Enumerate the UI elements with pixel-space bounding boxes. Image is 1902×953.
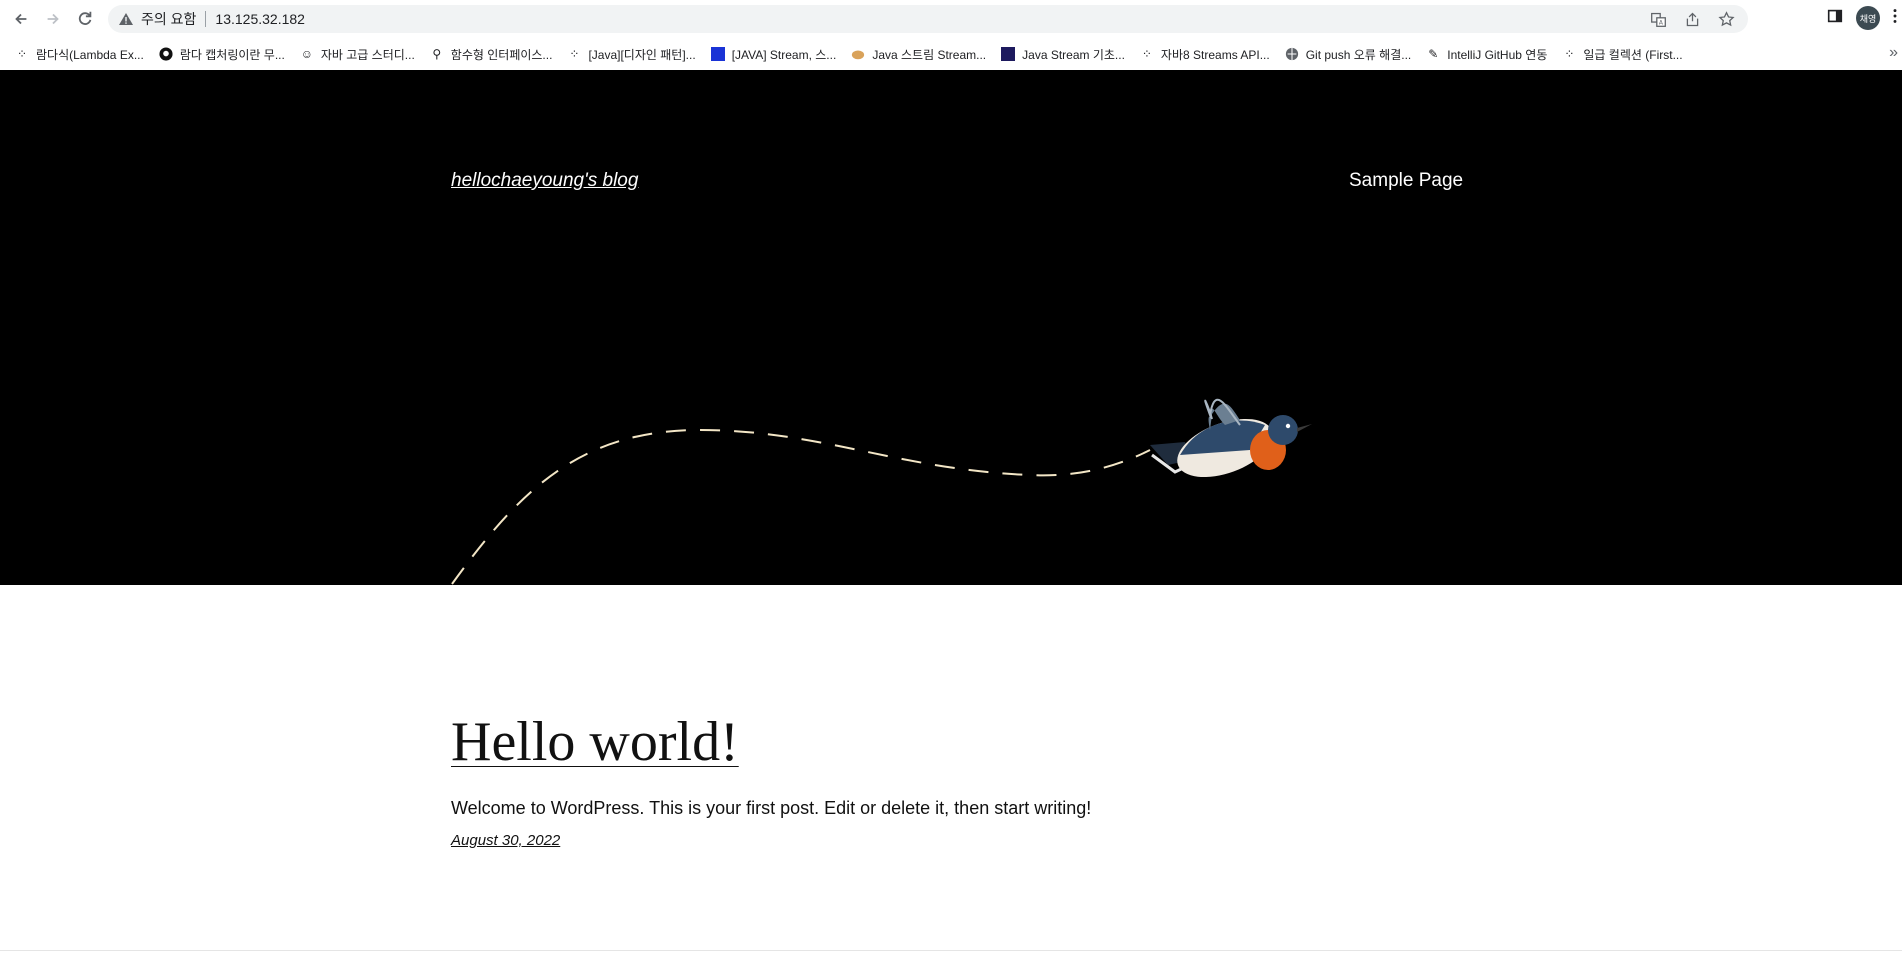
bookmark-star-icon[interactable] xyxy=(1716,9,1736,29)
security-label[interactable]: 주의 요함 xyxy=(141,9,196,29)
flight-path xyxy=(451,428,1151,585)
site-header: hellochaeyoung's blog Sample Page xyxy=(0,70,1902,585)
bookmark-label: 자바 고급 스터디... xyxy=(320,47,415,62)
bookmark-item[interactable]: 람다 캡처링이란 무... xyxy=(158,46,285,63)
bookmark-item[interactable]: ⁘ 람다식(Lambda Ex... xyxy=(14,46,144,63)
bookmark-item[interactable]: [JAVA] Stream, 스... xyxy=(710,46,837,63)
bookmark-item[interactable]: Java Stream 기초... xyxy=(1000,46,1125,63)
side-panel-icon[interactable] xyxy=(1826,7,1844,30)
smile-icon: ☺ xyxy=(300,47,313,61)
more-bookmarks-icon[interactable]: » xyxy=(1889,44,1898,62)
github-icon xyxy=(158,46,174,62)
blue-square-icon xyxy=(710,46,726,62)
bookmark-label: [JAVA] Stream, 스... xyxy=(731,47,837,62)
bookmark-label: [Java][디자인 패턴]... xyxy=(588,47,696,62)
dots-icon: ⁘ xyxy=(16,47,28,61)
forward-button[interactable] xyxy=(38,4,68,34)
navy-square-icon xyxy=(1000,46,1016,62)
reload-button[interactable] xyxy=(70,4,100,34)
bookmark-label: 함수형 인터페이스... xyxy=(450,47,553,62)
bookmark-item[interactable]: ✎ IntelliJ GitHub 연동 xyxy=(1425,46,1547,63)
bookmark-label: Java 스트림 Stream... xyxy=(872,47,987,62)
bookmark-label: 람다 캡처링이란 무... xyxy=(179,47,285,62)
potato-icon xyxy=(850,46,866,62)
warning-icon xyxy=(119,13,133,25)
bird-icon xyxy=(1150,398,1312,478)
bookmark-item[interactable]: ⚲ 함수형 인터페이스... xyxy=(429,46,553,63)
bookmark-item[interactable]: Git push 오류 해결... xyxy=(1284,46,1412,63)
globe-icon xyxy=(1284,46,1300,62)
dots-icon: ⁘ xyxy=(1564,47,1575,61)
share-icon[interactable] xyxy=(1682,9,1702,29)
pen-icon: ✎ xyxy=(1428,47,1439,61)
translate-icon[interactable]: A xyxy=(1648,9,1668,29)
bookmark-item[interactable]: Java 스트림 Stream... xyxy=(850,46,986,63)
bookmark-label: Git push 오류 해결... xyxy=(1305,47,1412,62)
bookmark-item[interactable]: ⁘ 자바8 Streams API... xyxy=(1139,46,1270,63)
address-bar[interactable]: 주의 요함 13.125.32.182 A xyxy=(108,5,1748,33)
dots-icon: ⁘ xyxy=(569,47,580,61)
bookmark-item[interactable]: ⁘ [Java][디자인 패턴]... xyxy=(566,46,695,63)
menu-kebab-icon[interactable] xyxy=(1892,7,1898,30)
bookmark-label: Java Stream 기초... xyxy=(1022,47,1125,62)
url-text[interactable]: 13.125.32.182 xyxy=(215,11,305,27)
reload-icon xyxy=(78,11,92,25)
back-arrow-icon xyxy=(15,13,27,25)
dots-icon: ⁘ xyxy=(1141,47,1152,61)
profile-avatar[interactable]: 채영 xyxy=(1856,6,1880,30)
bookmark-item[interactable]: ⁘ 일급 컬렉션 (First... xyxy=(1561,46,1682,63)
bookmark-label: 일급 컬렉션 (First... xyxy=(1583,47,1683,62)
hero-illustration xyxy=(451,398,1312,585)
post-title-link[interactable]: Hello world! xyxy=(451,710,739,774)
post-excerpt: Welcome to WordPress. This is your first… xyxy=(451,798,1092,818)
bookmark-label: 람다식(Lambda Ex... xyxy=(36,47,144,62)
omnibox-divider xyxy=(205,11,207,27)
runner-icon: ⚲ xyxy=(432,47,442,61)
footer-divider xyxy=(0,950,1902,951)
forward-arrow-icon xyxy=(47,13,59,25)
back-button[interactable] xyxy=(6,4,36,34)
post-date-link[interactable]: August 30, 2022 xyxy=(451,832,560,849)
bookmarks-bar: ⁘ 람다식(Lambda Ex... 람다 캡처링이란 무... ☺ 자바 고급 스… xyxy=(0,38,1902,71)
bookmark-label: IntelliJ GitHub 연동 xyxy=(1447,47,1548,62)
bookmark-label: 자바8 Streams API... xyxy=(1160,47,1270,62)
browser-toolbar: 주의 요함 13.125.32.182 A 채영 xyxy=(0,0,1902,38)
bookmark-item[interactable]: ☺ 자바 고급 스터디... xyxy=(299,46,415,63)
